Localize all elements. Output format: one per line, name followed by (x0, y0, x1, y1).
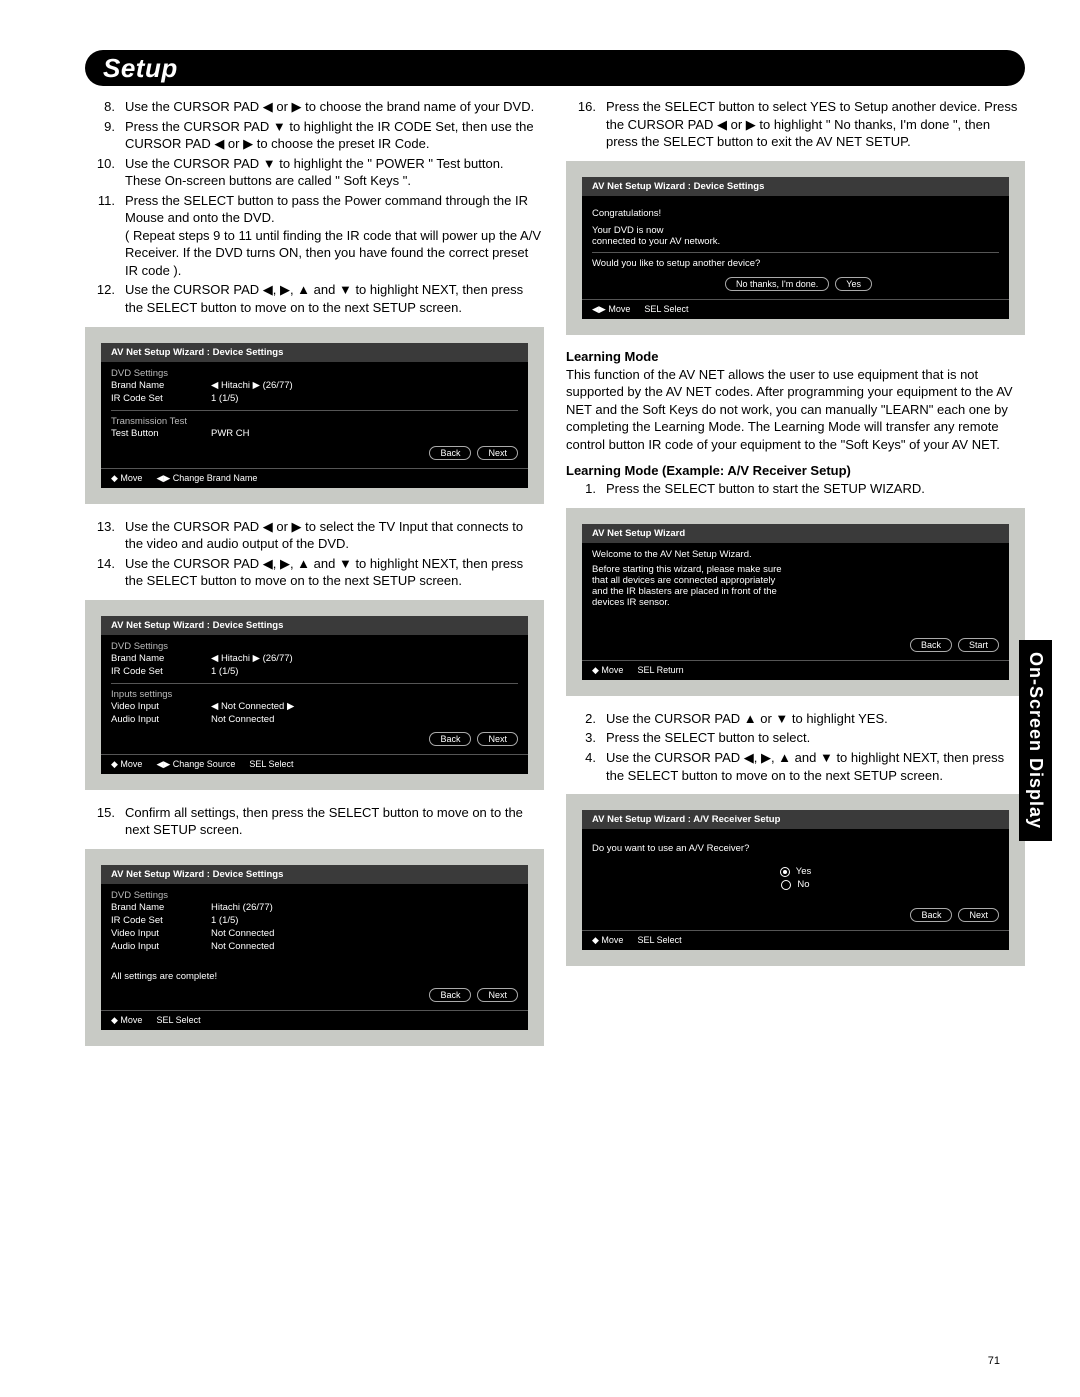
section-title: Setup (103, 53, 178, 84)
step-list: 2.Use the CURSOR PAD ▲ or ▼ to highlight… (566, 710, 1025, 784)
step-list: 8.Use the CURSOR PAD ◀ or ▶ to choose th… (85, 98, 544, 317)
section-title-bar: Setup (85, 50, 1025, 86)
tv-screenshot-3: AV Net Setup Wizard : Device Settings DV… (85, 849, 544, 1046)
left-column: 8.Use the CURSOR PAD ◀ or ▶ to choose th… (85, 98, 544, 1060)
two-column-layout: 8.Use the CURSOR PAD ◀ or ▶ to choose th… (85, 98, 1025, 1060)
radio-selected-icon (780, 867, 790, 877)
side-tab: On-Screen Display (1019, 640, 1052, 841)
tv-screenshot-4: AV Net Setup Wizard : Device Settings Co… (566, 161, 1025, 335)
right-column: 16.Press the SELECT button to select YES… (566, 98, 1025, 1060)
tv-screenshot-6: AV Net Setup Wizard : A/V Receiver Setup… (566, 794, 1025, 966)
step-list: 16.Press the SELECT button to select YES… (566, 98, 1025, 151)
tv-screenshot-5: AV Net Setup Wizard Welcome to the AV Ne… (566, 508, 1025, 696)
page-number: 71 (988, 1355, 1000, 1367)
tv-screenshot-2: AV Net Setup Wizard : Device Settings DV… (85, 600, 544, 790)
subheading-learning-mode: Learning Mode (566, 349, 1025, 364)
radio-icon (781, 880, 791, 890)
step-list: 1.Press the SELECT button to start the S… (566, 480, 1025, 498)
step-list: 15.Confirm all settings, then press the … (85, 804, 544, 839)
paragraph: This function of the AV NET allows the u… (566, 366, 1025, 454)
subheading-example: Learning Mode (Example: A/V Receiver Set… (566, 463, 1025, 478)
tv-screenshot-1: AV Net Setup Wizard : Device Settings DV… (85, 327, 544, 504)
manual-page: Setup 8.Use the CURSOR PAD ◀ or ▶ to cho… (0, 0, 1080, 1397)
step-list: 13.Use the CURSOR PAD ◀ or ▶ to select t… (85, 518, 544, 590)
